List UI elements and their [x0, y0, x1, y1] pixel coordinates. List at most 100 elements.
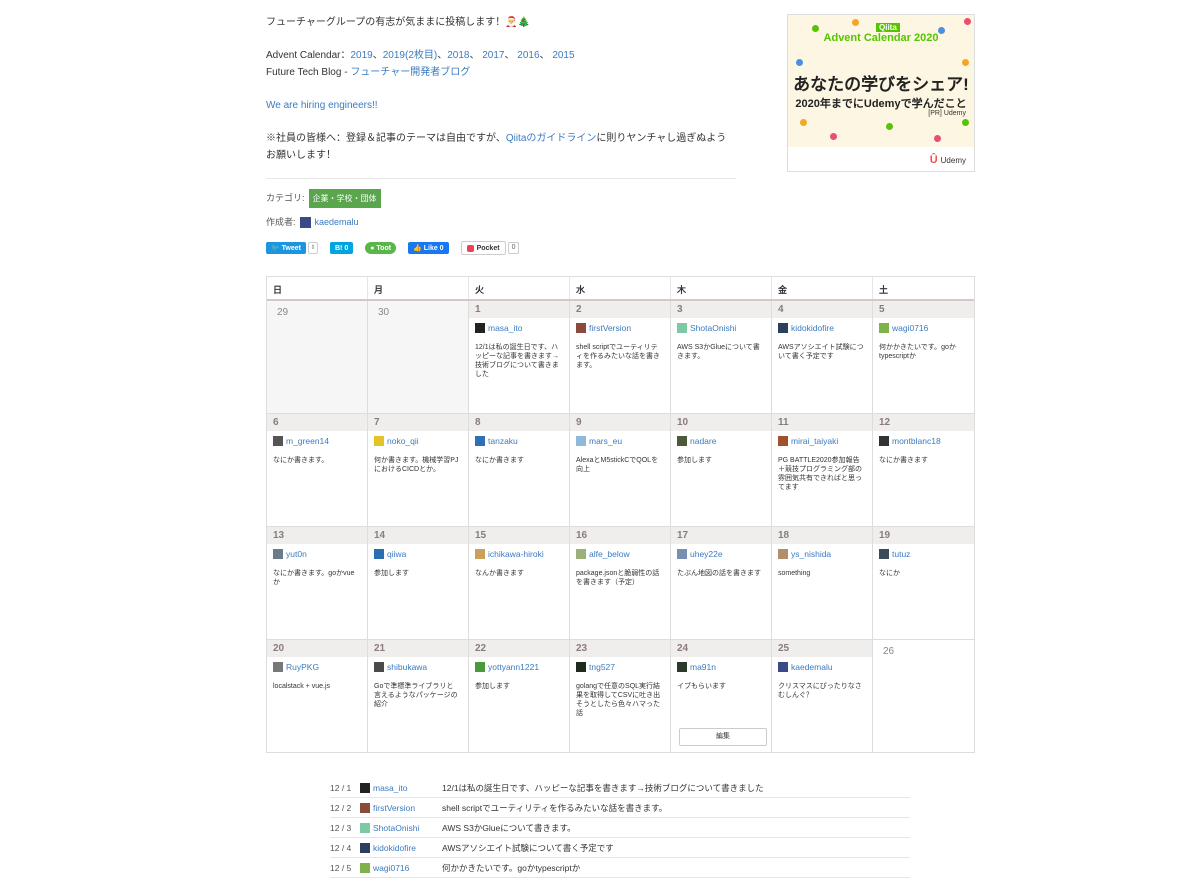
user-avatar[interactable]	[475, 323, 485, 333]
user-link[interactable]: uhey22e	[690, 549, 723, 559]
entry-description[interactable]: package.jsonと脆弱性の話を書きます（予定）	[570, 559, 670, 587]
user-avatar[interactable]	[360, 822, 370, 833]
user-avatar[interactable]	[576, 323, 586, 333]
user-avatar[interactable]	[360, 862, 370, 873]
entry-title[interactable]: AWS S3かGlueについて書きます。	[442, 822, 576, 834]
user-link[interactable]: ma91n	[690, 662, 716, 672]
entry-description[interactable]: golangで任意のSQL実行結果を取得してCSVに吐き出そうとしたら色々ハマっ…	[570, 672, 670, 718]
entry-title[interactable]: AWSアソシエイト試験について書く予定です	[442, 842, 614, 854]
user-link[interactable]: ShotaOnishi	[373, 823, 419, 833]
user-link[interactable]: firstVersion	[373, 803, 415, 813]
user-link[interactable]: wagi0716	[373, 863, 409, 873]
user-avatar[interactable]	[879, 436, 889, 446]
user-link[interactable]: yut0n	[286, 549, 307, 559]
user-link[interactable]: RuyPKG	[286, 662, 319, 672]
facebook-like-button[interactable]: 👍 Like 0	[408, 242, 449, 254]
user-link[interactable]: tutuz	[892, 549, 910, 559]
user-avatar[interactable]	[677, 436, 687, 446]
user-avatar[interactable]	[778, 436, 788, 446]
user-link[interactable]: ys_nishida	[791, 549, 831, 559]
hiring-link[interactable]: We are hiring engineers!!	[266, 100, 378, 111]
entry-title[interactable]: 何かかきたいです。goかtypescriptか	[442, 862, 580, 874]
guideline-link[interactable]: Qiitaのガイドライン	[506, 133, 597, 144]
entry-title[interactable]: 12/1は私の誕生日です、ハッピーな記事を書きます→技術ブログについて書きました	[442, 782, 764, 794]
user-avatar[interactable]	[677, 323, 687, 333]
user-avatar[interactable]	[360, 782, 370, 793]
user-link[interactable]: alfe_below	[589, 549, 630, 559]
user-link[interactable]: masa_ito	[373, 783, 408, 793]
user-avatar[interactable]	[273, 549, 283, 559]
user-avatar[interactable]	[879, 323, 889, 333]
user-link[interactable]: firstVersion	[589, 323, 631, 333]
link-2017[interactable]: 2017	[482, 50, 504, 61]
entry-description[interactable]: AlexaとM5stickCでQOLを向上	[570, 446, 670, 474]
category-badge[interactable]: 企業・学校・団体	[308, 189, 381, 208]
entry-description[interactable]: なんか書きます	[469, 559, 569, 578]
link-2016[interactable]: 2016	[517, 50, 539, 61]
user-link[interactable]: nadare	[690, 436, 716, 446]
user-link[interactable]: kidokidofire	[791, 323, 834, 333]
user-avatar[interactable]	[778, 323, 788, 333]
user-link[interactable]: ShotaOnishi	[690, 323, 736, 333]
user-avatar[interactable]	[475, 549, 485, 559]
entry-description[interactable]: クリスマスにぴったりなさむしんぐ？	[772, 672, 872, 700]
entry-description[interactable]: たぶん地図の話を書きます	[671, 559, 771, 578]
user-link[interactable]: tng527	[589, 662, 615, 672]
entry-description[interactable]: 12/1は私の誕生日です、ハッピーな記事を書きます→技術ブログについて書きました	[469, 333, 569, 379]
user-avatar[interactable]	[576, 549, 586, 559]
entry-description[interactable]: Goで準標準ライブラリと言えるようなパッケージの紹介	[368, 672, 468, 709]
user-link[interactable]: montblanc18	[892, 436, 941, 446]
entry-title[interactable]: shell scriptでユーティリティを作るみたいな話を書きます。	[442, 802, 667, 814]
user-link[interactable]: m_green14	[286, 436, 329, 446]
user-avatar[interactable]	[475, 436, 485, 446]
entry-description[interactable]: なにか書きます	[469, 446, 569, 465]
user-avatar[interactable]	[677, 549, 687, 559]
user-link[interactable]: masa_ito	[488, 323, 523, 333]
entry-description[interactable]: 参加します	[671, 446, 771, 465]
user-link[interactable]: shibukawa	[387, 662, 427, 672]
user-link[interactable]: kaedemalu	[791, 662, 833, 672]
edit-button[interactable]: 編集	[679, 728, 767, 746]
user-avatar[interactable]	[778, 549, 788, 559]
link-2019[interactable]: 2019	[351, 50, 373, 61]
entry-description[interactable]: なにか	[873, 559, 974, 578]
user-avatar[interactable]	[360, 842, 370, 853]
entry-description[interactable]: 何か書きます。機械学習PJにおけるCICDとか。	[368, 446, 468, 474]
user-avatar[interactable]	[273, 436, 283, 446]
entry-description[interactable]: localstack + vue.js	[267, 672, 367, 691]
entry-description[interactable]: なにか書きます。goかvueか	[267, 559, 367, 587]
link-2015[interactable]: 2015	[552, 50, 574, 61]
entry-description[interactable]: 参加します	[469, 672, 569, 691]
user-link[interactable]: wagi0716	[892, 323, 928, 333]
user-avatar[interactable]	[374, 549, 384, 559]
tweet-button[interactable]: 🐦 Tweet	[266, 242, 306, 254]
user-link[interactable]: qiiwa	[387, 549, 406, 559]
pocket-button[interactable]: Pocket	[460, 241, 506, 255]
entry-description[interactable]: AWSアソシエイト試験について書く予定です	[772, 333, 872, 361]
user-avatar[interactable]	[576, 436, 586, 446]
entry-description[interactable]: AWS S3かGlueについて書きます。	[671, 333, 771, 361]
entry-description[interactable]: something	[772, 559, 872, 578]
tweet-count-arrow[interactable]: ⇕	[308, 242, 318, 254]
link-2019-2[interactable]: 2019(2枚目)	[383, 50, 437, 61]
user-link[interactable]: noko_qii	[387, 436, 419, 446]
user-link[interactable]: mars_eu	[589, 436, 622, 446]
user-avatar[interactable]	[374, 436, 384, 446]
user-avatar[interactable]	[273, 662, 283, 672]
user-link[interactable]: mirai_taiyaki	[791, 436, 838, 446]
user-avatar[interactable]	[576, 662, 586, 672]
user-avatar[interactable]	[360, 802, 370, 813]
entry-description[interactable]: イブもらいます	[671, 672, 771, 691]
entry-description[interactable]: PG BATTLE2020参加報告＋競技プログラミング部の雰囲気共有できればと思…	[772, 446, 872, 492]
hatena-bookmark-button[interactable]: B! 0	[330, 242, 354, 254]
author-avatar[interactable]	[299, 217, 311, 228]
user-avatar[interactable]	[879, 549, 889, 559]
user-link[interactable]: ichikawa-hiroki	[488, 549, 544, 559]
user-avatar[interactable]	[778, 662, 788, 672]
user-link[interactable]: kidokidofire	[373, 843, 416, 853]
entry-description[interactable]: 何かかきたいです。goかtypescriptか	[873, 333, 974, 361]
link-2018[interactable]: 2018	[447, 50, 469, 61]
entry-description[interactable]: なにか書きます。	[267, 446, 367, 465]
entry-description[interactable]: なにか書きます	[873, 446, 974, 465]
entry-description[interactable]: 参加します	[368, 559, 468, 578]
